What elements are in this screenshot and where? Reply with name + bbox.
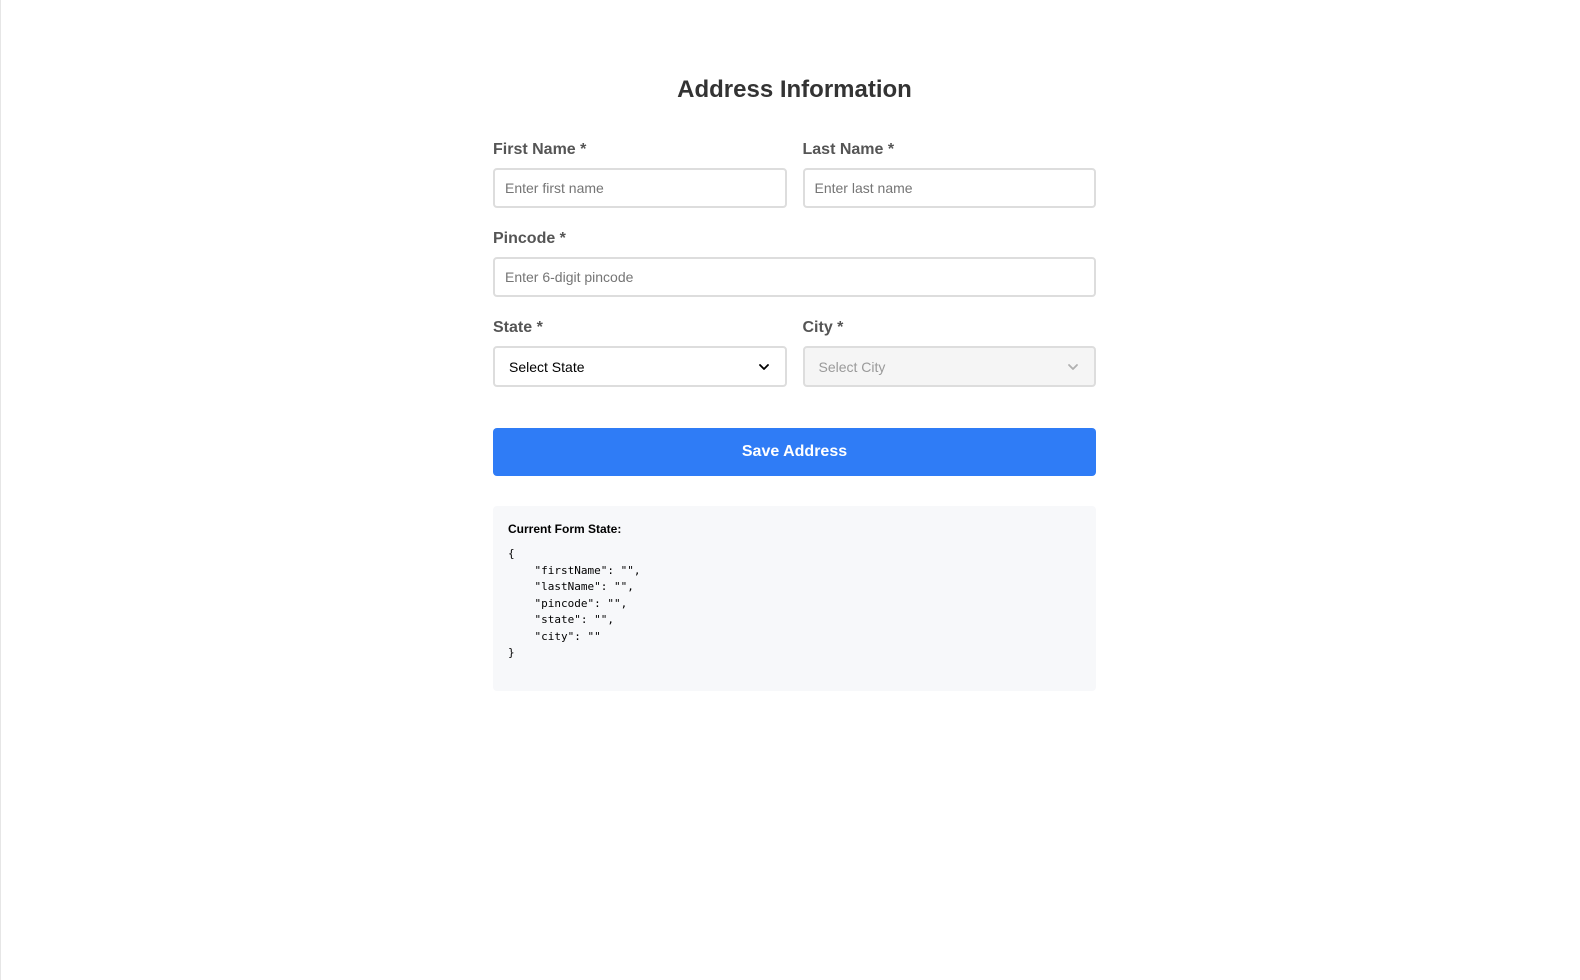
- city-select-value: Select City: [818, 358, 886, 375]
- state-field: State * Select State: [493, 318, 787, 387]
- city-label: City *: [802, 319, 844, 336]
- state-label: State *: [493, 319, 543, 336]
- chevron-down-icon: [757, 360, 771, 374]
- location-row: State * Select State City * Select City: [493, 318, 1096, 387]
- last-name-input[interactable]: [802, 168, 1096, 208]
- page-title: Address Information: [677, 76, 912, 103]
- form-state-title: Current Form State:: [508, 522, 622, 536]
- last-name-field: Last Name *: [802, 140, 1096, 208]
- save-row: Save Address: [493, 428, 1096, 476]
- save-address-button[interactable]: Save Address: [493, 428, 1096, 476]
- page: Address Information First Name * Last Na…: [0, 0, 1580, 980]
- state-select[interactable]: Select State: [493, 346, 787, 387]
- first-name-field: First Name *: [493, 140, 787, 208]
- pincode-field: Pincode *: [493, 229, 1096, 297]
- first-name-label: First Name *: [493, 141, 587, 158]
- last-name-label: Last Name *: [802, 141, 895, 158]
- city-select[interactable]: Select City: [802, 346, 1096, 387]
- pincode-input[interactable]: [493, 257, 1096, 297]
- address-form: Address Information First Name * Last Na…: [493, 72, 1096, 691]
- name-row: First Name * Last Name *: [493, 140, 1096, 208]
- state-select-value: Select State: [509, 358, 585, 375]
- state-panel-wrap: Current Form State: { "firstName": "", "…: [493, 506, 1096, 691]
- form-state-panel: Current Form State: { "firstName": "", "…: [493, 506, 1096, 691]
- form-state-json: { "firstName": "", "lastName": "", "pinc…: [508, 547, 641, 659]
- city-field: City * Select City: [802, 318, 1096, 387]
- pincode-label: Pincode *: [493, 230, 566, 247]
- chevron-down-icon: [1066, 360, 1080, 374]
- first-name-input[interactable]: [493, 168, 787, 208]
- pincode-row: Pincode *: [493, 229, 1096, 297]
